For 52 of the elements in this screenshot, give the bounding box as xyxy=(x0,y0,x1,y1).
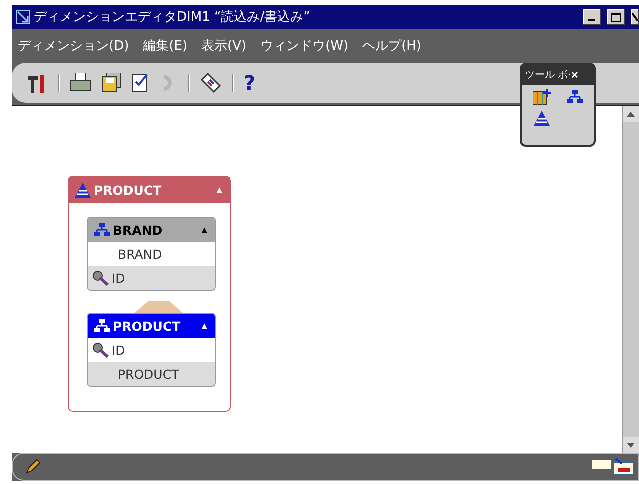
dimension-name: PRODUCT xyxy=(94,182,163,198)
pyramid-icon xyxy=(534,111,550,126)
tag-icon xyxy=(200,72,222,94)
close-button[interactable] xyxy=(631,9,639,25)
pyramid-icon xyxy=(75,182,91,198)
toolbar-button[interactable] xyxy=(102,73,122,93)
tool-button[interactable] xyxy=(566,89,582,105)
toolbar-button[interactable] xyxy=(132,73,150,93)
collapse-button[interactable]: ▲ xyxy=(215,185,224,195)
checklist-icon xyxy=(132,73,150,93)
binary-icon xyxy=(592,458,612,472)
attribute-label: BRAND xyxy=(118,246,162,262)
hierarchy-icon xyxy=(566,90,582,104)
level-header[interactable]: BRAND ▲ xyxy=(88,218,215,242)
binary-abc-icon xyxy=(614,458,634,476)
up-arrow-icon xyxy=(627,112,635,116)
attribute-label: ID xyxy=(112,270,126,286)
level-header[interactable]: PRODUCT ▲ xyxy=(88,314,215,338)
collapse-button[interactable]: ▲ xyxy=(200,225,209,235)
attribute-label: PRODUCT xyxy=(118,366,180,382)
level-name: BRAND xyxy=(113,222,164,238)
menu-item[interactable]: ウィンドウ(W) xyxy=(260,37,349,55)
minimize-button[interactable] xyxy=(583,9,601,25)
app-icon xyxy=(16,10,30,24)
help-button[interactable]: ? xyxy=(244,71,256,95)
attribute-label: ID xyxy=(112,342,126,358)
menu-item[interactable]: 表示(V) xyxy=(202,37,247,55)
printer-icon xyxy=(70,73,92,93)
menu-item[interactable]: 編集(E) xyxy=(143,37,188,55)
toolbox-title: ツール ボ· xyxy=(525,69,572,82)
toolbar-button[interactable] xyxy=(70,73,92,93)
table-add-icon xyxy=(532,89,550,105)
tool-button[interactable] xyxy=(534,111,550,126)
menu-item[interactable]: ヘルプ(H) xyxy=(362,37,422,55)
scroll-down-button[interactable] xyxy=(623,437,639,453)
toolbar-button[interactable] xyxy=(200,72,222,94)
collapse-button[interactable]: ▲ xyxy=(200,321,209,331)
maximize-button[interactable] xyxy=(607,9,625,25)
window-title: ディメンションエディタDIM1 “読込み/書込み” xyxy=(34,9,312,26)
level-name: PRODUCT xyxy=(113,318,182,334)
maximize-icon xyxy=(611,12,621,22)
menu-item[interactable]: ディメンション(D) xyxy=(18,37,130,55)
pencil-icon xyxy=(25,459,41,475)
hierarchy-icon xyxy=(94,319,110,333)
down-arrow-icon xyxy=(627,442,635,448)
close-icon xyxy=(632,13,638,21)
close-button[interactable]: × xyxy=(571,68,578,82)
floppy-disk-icon xyxy=(102,73,122,93)
tool-button[interactable] xyxy=(532,89,550,105)
vertical-scrollbar[interactable] xyxy=(622,106,639,453)
hierarchy-icon xyxy=(94,223,110,237)
scroll-up-button[interactable] xyxy=(623,106,639,122)
